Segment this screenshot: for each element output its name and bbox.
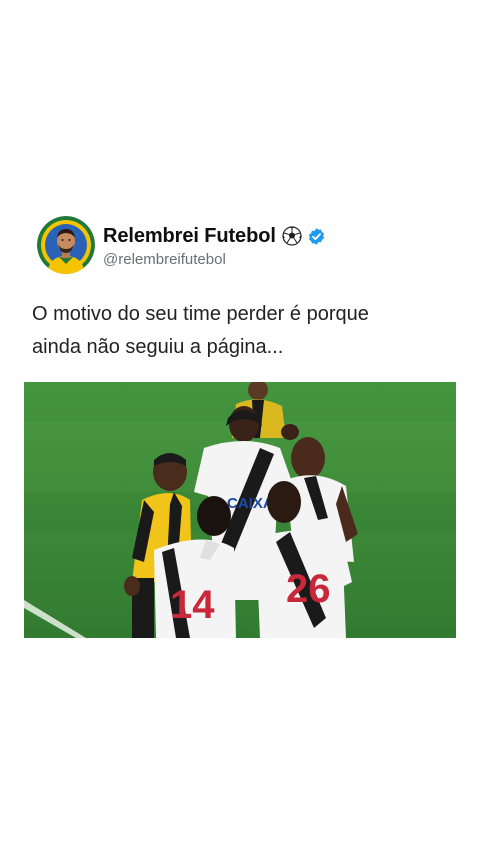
author-name-row: Relembrei Futebol [103,222,326,250]
sponsor-text: CAIXA [227,495,274,512]
author-identity: Relembrei Futebol @relembreifutebol [103,222,326,268]
soccer-ball-icon [282,226,302,246]
post-card: Relembrei Futebol @relembreifutebol O mo… [0,0,480,854]
post-header: Relembrei Futebol @relembreifutebol [37,215,326,275]
author-handle[interactable]: @relembreifutebol [103,251,326,268]
profile-avatar[interactable] [37,216,95,274]
post-caption: O motivo do seu time perder é porque ain… [32,303,369,358]
avatar-illustration-icon [37,216,95,274]
football-match-photo: CAIXA 14 26 [24,382,456,638]
jersey-number-right: 26 [286,567,331,611]
verified-badge-icon [307,227,326,246]
jersey-number-left: 14 [170,583,215,627]
post-photo[interactable]: CAIXA 14 26 [24,382,456,638]
author-display-name[interactable]: Relembrei Futebol [103,225,276,248]
